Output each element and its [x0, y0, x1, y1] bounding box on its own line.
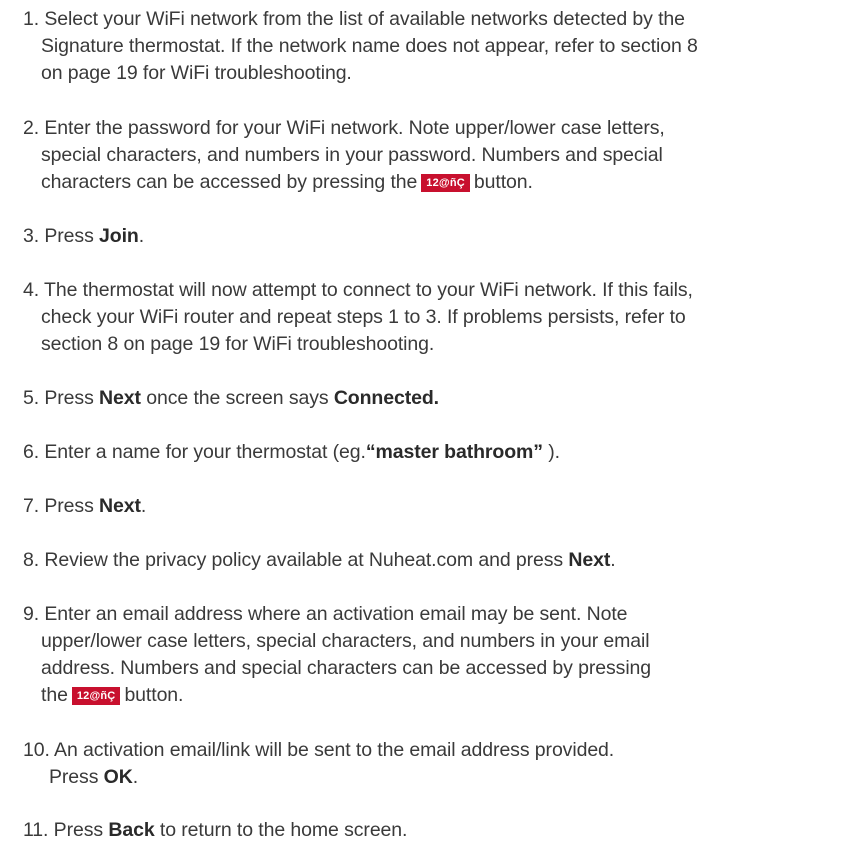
step-10-line-2: Press OK.: [23, 764, 833, 791]
step-5-line: 5. Press Next once the screen says Conne…: [23, 385, 833, 412]
step-9-line-4-text: the: [41, 684, 68, 706]
step-4-line-2: check your WiFi router and repeat steps …: [41, 306, 686, 328]
step-11: 11. Press Back to return to the home scr…: [23, 817, 833, 844]
special-characters-key-badge: 12@ñÇ: [421, 174, 470, 192]
step-6-line: 6. Enter a name for your thermostat (eg.…: [23, 439, 833, 466]
step-4: 4. The thermostat will now attempt to co…: [23, 277, 833, 358]
step-1-line-3: on page 19 for WiFi troubleshooting.: [41, 62, 352, 84]
step-2-line-2: special characters, and numbers in your …: [41, 144, 663, 166]
step-1-line-2: Signature thermostat. If the network nam…: [41, 35, 698, 57]
instructions-page: 1. Select your WiFi network from the lis…: [0, 0, 841, 846]
step-2-line-3: characters can be accessed by pressing t…: [23, 169, 833, 196]
step-10: 10. An activation email/link will be sen…: [23, 737, 833, 791]
step-7: 7. Press Next.: [23, 493, 833, 520]
step-10-text: Press: [49, 766, 104, 788]
step-4-line-3: section 8 on page 19 for WiFi troublesho…: [41, 333, 435, 355]
step-8-line: 8. Review the privacy policy available a…: [23, 547, 833, 574]
step-2-line-1: 2. Enter the password for your WiFi netw…: [23, 117, 665, 139]
step-10-period: .: [132, 766, 139, 788]
step-11-line: 11. Press Back to return to the home scr…: [23, 817, 833, 844]
next-keyword: Next: [568, 549, 611, 571]
step-9-line-1: 9. Enter an email address where an activ…: [23, 603, 628, 625]
step-11-text: 11. Press: [23, 819, 109, 841]
step-3: 3. Press Join.: [23, 223, 833, 250]
step-7-line: 7. Press Next.: [23, 493, 833, 520]
step-6-text: 6. Enter a name for your thermostat (eg.: [23, 441, 366, 463]
step-9: 9. Enter an email address where an activ…: [23, 601, 833, 709]
step-3-period: .: [138, 225, 145, 247]
step-7-period: .: [140, 495, 147, 517]
back-keyword: Back: [108, 819, 155, 841]
step-8-text: 8. Review the privacy policy available a…: [23, 549, 569, 571]
next-keyword: Next: [99, 495, 141, 517]
special-characters-key-badge: 12@ñÇ: [71, 687, 121, 705]
step-2-line-3-text: characters can be accessed by pressing t…: [41, 171, 418, 193]
step-5-mid-text: once the screen says: [140, 387, 334, 409]
step-1-line-1: 1. Select your WiFi network from the lis…: [23, 8, 685, 30]
step-8: 8. Review the privacy policy available a…: [23, 547, 833, 574]
step-4-line-1: 4. The thermostat will now attempt to co…: [23, 279, 693, 301]
step-11-suffix: to return to the home screen.: [154, 819, 408, 841]
step-9-line-4: the 12@ñÇ button.: [23, 682, 833, 709]
join-keyword: Join: [99, 225, 139, 247]
step-3-line: 3. Press Join.: [23, 223, 833, 250]
ok-keyword: OK: [103, 766, 133, 788]
step-10-line-1: 10. An activation email/link will be sen…: [23, 739, 615, 761]
step-9-line-4-suffix: button.: [124, 684, 184, 706]
step-9-line-2: upper/lower case letters, special charac…: [41, 630, 650, 652]
step-9-line-3: address. Numbers and special characters …: [41, 657, 652, 679]
step-6-suffix: ).: [542, 441, 560, 463]
step-5: 5. Press Next once the screen says Conne…: [23, 385, 833, 412]
step-2: 2. Enter the password for your WiFi netw…: [23, 115, 833, 196]
next-keyword: Next: [99, 387, 141, 409]
step-1: 1. Select your WiFi network from the lis…: [23, 6, 833, 87]
step-5-text: 5. Press: [23, 387, 100, 409]
step-7-text: 7. Press: [23, 495, 100, 517]
step-6: 6. Enter a name for your thermostat (eg.…: [23, 439, 833, 466]
connected-keyword: Connected.: [333, 387, 440, 409]
example-name: “master bathroom”: [365, 441, 543, 463]
step-3-text: 3. Press: [23, 225, 100, 247]
step-2-line-3-suffix: button.: [473, 171, 533, 193]
step-8-period: .: [610, 549, 616, 571]
